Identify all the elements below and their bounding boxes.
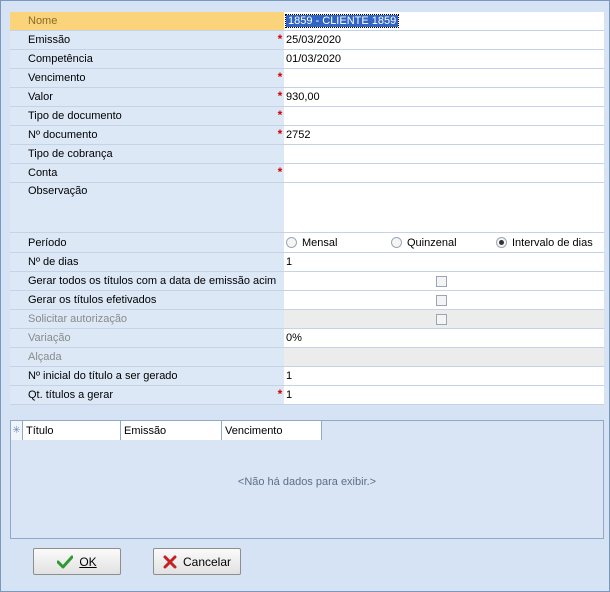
row-vencimento[interactable]: Vencimento * (10, 69, 604, 88)
required-marker: * (276, 31, 284, 49)
tipo-cobranca-label: Tipo de cobrança (10, 145, 276, 163)
radio-quinzenal[interactable]: Quinzenal (391, 237, 496, 249)
required-marker: * (276, 164, 284, 182)
tipo-documento-field[interactable] (284, 107, 604, 125)
row-numero-documento[interactable]: Nº documento * 2752 (10, 126, 604, 145)
conta-label: Conta (10, 164, 276, 182)
radio-mensal-circle[interactable] (286, 237, 297, 248)
vencimento-label: Vencimento (10, 69, 276, 87)
gerar-todos-checkbox[interactable] (436, 275, 447, 287)
alcada-label: Alçada (10, 348, 276, 366)
observacao-field[interactable] (284, 183, 604, 232)
radio-intervalo-dias-label: Intervalo de dias (512, 236, 593, 249)
radio-intervalo-dias-circle[interactable] (496, 237, 507, 248)
competencia-field[interactable]: 01/03/2020 (284, 50, 604, 68)
alcada-field (284, 348, 604, 366)
row-competencia[interactable]: Competência 01/03/2020 (10, 50, 604, 69)
column-header-vencimento[interactable]: Vencimento (222, 421, 322, 440)
row-solicitar-autorizacao: Solicitar autorização (10, 310, 604, 329)
required-marker: * (276, 88, 284, 106)
competencia-label: Competência (10, 50, 276, 68)
variacao-label: Variação (10, 329, 276, 347)
numero-documento-field[interactable]: 2752 (284, 126, 604, 144)
row-periodo[interactable]: Período Mensal Quinzenal Intervalo de di… (10, 233, 604, 253)
row-valor[interactable]: Valor * 930,00 (10, 88, 604, 107)
conta-field[interactable] (284, 164, 604, 182)
numero-dias-label: Nº de dias (10, 253, 276, 271)
valor-field[interactable]: 930,00 (284, 88, 604, 106)
titles-list[interactable]: ✳ Título Emissão Vencimento <Não há dado… (10, 420, 604, 539)
row-indicator-icon[interactable]: ✳ (11, 421, 23, 440)
cancel-button[interactable]: Cancelar (153, 548, 241, 575)
numero-dias-field[interactable]: 1 (284, 253, 604, 271)
periodo-field: Mensal Quinzenal Intervalo de dias (284, 233, 604, 252)
titles-list-header: ✳ Título Emissão Vencimento (11, 421, 322, 440)
radio-quinzenal-circle[interactable] (391, 237, 402, 248)
radio-intervalo-dias[interactable]: Intervalo de dias (496, 237, 593, 249)
tipo-cobranca-field[interactable] (284, 145, 604, 163)
row-tipo-cobranca[interactable]: Tipo de cobrança (10, 145, 604, 164)
gerar-efetivados-label: Gerar os títulos efetivados (10, 291, 276, 309)
ok-button-label: OK (79, 554, 97, 569)
numero-inicial-label: Nº inicial do título a ser gerado (10, 367, 276, 385)
radio-mensal[interactable]: Mensal (286, 237, 391, 249)
row-emissao[interactable]: Emissão * 25/03/2020 (10, 31, 604, 50)
row-qt-titulos[interactable]: Qt. títulos a gerar * 1 (10, 386, 604, 405)
row-tipo-documento[interactable]: Tipo de documento * (10, 107, 604, 126)
row-numero-inicial[interactable]: Nº inicial do título a ser gerado 1 (10, 367, 604, 386)
row-observacao[interactable]: Observação (10, 183, 604, 233)
vencimento-field[interactable] (284, 69, 604, 87)
row-numero-dias[interactable]: Nº de dias 1 (10, 253, 604, 272)
qt-titulos-label: Qt. títulos a gerar (10, 386, 276, 404)
solicitar-autorizacao-checkbox (436, 313, 447, 325)
row-gerar-efetivados[interactable]: Gerar os títulos efetivados (10, 291, 604, 310)
gerar-todos-field (284, 272, 604, 290)
required-marker: * (276, 107, 284, 125)
column-header-titulo[interactable]: Título (23, 421, 121, 440)
required-marker: * (276, 126, 284, 144)
gerar-efetivados-checkbox[interactable] (436, 294, 447, 306)
row-alcada: Alçada (10, 348, 604, 367)
title-form-grid: Nome 1859 - CLIENTE 1859 Emissão * 25/03… (10, 12, 604, 405)
tipo-documento-label: Tipo de documento (10, 107, 276, 125)
solicitar-autorizacao-label: Solicitar autorização (10, 310, 276, 328)
row-nome[interactable]: Nome 1859 - CLIENTE 1859 (10, 12, 604, 31)
emissao-field[interactable]: 25/03/2020 (284, 31, 604, 49)
valor-label: Valor (10, 88, 276, 106)
nome-label: Nome (10, 12, 276, 30)
numero-inicial-field[interactable]: 1 (284, 367, 604, 385)
observacao-label: Observação (10, 183, 276, 232)
row-conta[interactable]: Conta * (10, 164, 604, 183)
numero-documento-label: Nº documento (10, 126, 276, 144)
checkmark-icon (57, 555, 74, 568)
solicitar-autorizacao-field (284, 310, 604, 328)
qt-titulos-field[interactable]: 1 (284, 386, 604, 404)
empty-list-message: <Não há dados para exibir.> (237, 476, 377, 488)
cancel-x-icon (163, 555, 177, 568)
row-gerar-todos[interactable]: Gerar todos os títulos com a data de emi… (10, 272, 604, 291)
cancel-button-label: Cancelar (182, 554, 232, 569)
required-marker: * (276, 69, 284, 87)
column-header-emissao[interactable]: Emissão (121, 421, 222, 440)
variacao-value: 0% (284, 329, 604, 347)
row-variacao: Variação 0% (10, 329, 604, 348)
emissao-label: Emissão (10, 31, 276, 49)
nome-value[interactable]: 1859 - CLIENTE 1859 (284, 14, 400, 28)
gerar-efetivados-field (284, 291, 604, 309)
dialog-window: Nome 1859 - CLIENTE 1859 Emissão * 25/03… (0, 0, 610, 592)
ok-button[interactable]: OK (33, 548, 121, 575)
periodo-label: Período (10, 233, 276, 252)
nome-field[interactable]: 1859 - CLIENTE 1859 (284, 12, 604, 30)
radio-mensal-label: Mensal (302, 236, 338, 249)
gerar-todos-label: Gerar todos os títulos com a data de emi… (10, 272, 276, 290)
radio-quinzenal-label: Quinzenal (407, 236, 457, 249)
required-marker: * (276, 386, 284, 404)
